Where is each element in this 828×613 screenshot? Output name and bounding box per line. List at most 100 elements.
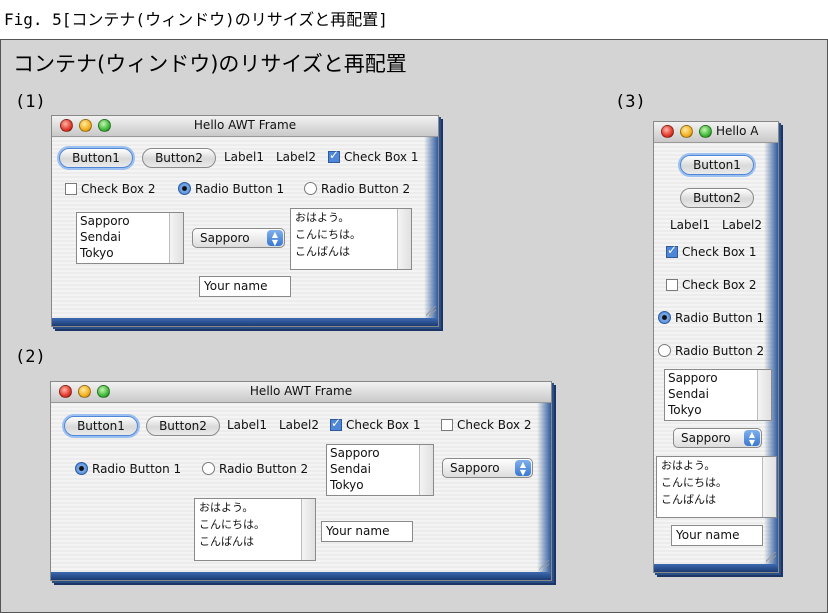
label1: Label1 xyxy=(227,418,268,432)
checkbox-2-label: Check Box 2 xyxy=(682,278,757,292)
radio-button-2[interactable]: Radio Button 2 xyxy=(202,462,308,476)
step-label-1: (1) xyxy=(15,92,46,112)
resize-grip-icon[interactable] xyxy=(766,552,776,562)
list-item[interactable]: Tokyo xyxy=(327,477,433,493)
radio-selected-icon[interactable] xyxy=(178,182,191,195)
city-choice[interactable]: Sapporo ▲ ▼ xyxy=(192,228,285,248)
textarea-line: おはよう。 xyxy=(295,211,350,224)
name-textfield[interactable]: Your name xyxy=(321,521,413,542)
list-scrollbar[interactable] xyxy=(169,213,183,263)
name-textfield[interactable]: Your name xyxy=(671,525,763,546)
checkbox-1-label: Check Box 1 xyxy=(346,418,421,432)
radio-button-2[interactable]: Radio Button 2 xyxy=(304,182,410,196)
button2[interactable]: Button2 xyxy=(146,416,220,436)
textarea-scrollbar[interactable] xyxy=(762,457,776,517)
textarea-scrollbar[interactable] xyxy=(301,499,315,560)
checkbox-2[interactable]: Check Box 2 xyxy=(666,278,756,292)
zoom-button-icon[interactable] xyxy=(699,125,712,138)
city-list[interactable]: Sapporo Sendai Tokyo xyxy=(326,444,434,496)
window-titlebar[interactable]: Hello A xyxy=(654,122,778,143)
radio-button-1[interactable]: Radio Button 1 xyxy=(75,462,181,476)
name-textfield[interactable]: Your name xyxy=(199,276,291,297)
textarea-line: こんにちは。 xyxy=(295,228,361,241)
list-item[interactable]: Sapporo xyxy=(665,370,771,386)
awt-frame-window-1: Hello AWT Frame Button1 Button2 Label1 L… xyxy=(51,115,439,327)
radio-button-2[interactable]: Radio Button 2 xyxy=(658,344,764,358)
close-button-icon[interactable] xyxy=(661,125,674,138)
checkbox-1-label: Check Box 1 xyxy=(344,150,419,164)
choice-arrows-icon[interactable]: ▲ ▼ xyxy=(515,460,531,477)
radio-unselected-icon[interactable] xyxy=(304,182,317,195)
city-list[interactable]: Sapporo Sendai Tokyo xyxy=(76,212,184,264)
radio-button-1[interactable]: Radio Button 1 xyxy=(178,182,284,196)
checkbox-unchecked-icon[interactable] xyxy=(65,183,77,195)
list-item[interactable]: Sendai xyxy=(327,461,433,477)
list-item[interactable]: Tokyo xyxy=(665,402,771,418)
radio-button-2-label: Radio Button 2 xyxy=(321,182,411,196)
choice-arrows-icon[interactable]: ▲ ▼ xyxy=(744,430,760,447)
radio-selected-icon[interactable] xyxy=(75,462,88,475)
radio-unselected-icon[interactable] xyxy=(202,462,215,475)
textarea-scrollbar[interactable] xyxy=(397,209,411,269)
checkbox-1[interactable]: Check Box 1 xyxy=(328,148,419,164)
list-item[interactable]: Sendai xyxy=(665,386,771,402)
label1: Label1 xyxy=(224,150,265,164)
button2[interactable]: Button2 xyxy=(680,188,754,208)
checkbox-1-label: Check Box 1 xyxy=(682,245,757,259)
checkbox-unchecked-icon[interactable] xyxy=(441,419,453,431)
choice-arrows-icon[interactable]: ▲ ▼ xyxy=(267,230,283,247)
radio-button-2-label: Radio Button 2 xyxy=(675,344,765,358)
city-choice[interactable]: Sapporo ▲ ▼ xyxy=(442,458,533,478)
textarea-line: おはよう。 xyxy=(661,459,716,472)
checkbox-checked-icon[interactable] xyxy=(666,243,678,258)
list-item[interactable]: Sendai xyxy=(77,229,183,245)
checkbox-2[interactable]: Check Box 2 xyxy=(441,418,531,432)
figure-caption: Fig. 5[コンテナ(ウィンドウ)のリサイズと再配置] xyxy=(4,10,388,29)
checkbox-checked-icon[interactable] xyxy=(330,416,342,431)
list-item[interactable]: Sapporo xyxy=(327,445,433,461)
label2: Label2 xyxy=(722,218,763,232)
radio-button-1-label: Radio Button 1 xyxy=(675,311,765,325)
button1[interactable]: Button1 xyxy=(680,155,754,175)
choice-value: Sapporo xyxy=(681,431,731,445)
list-scrollbar[interactable] xyxy=(419,445,433,495)
greeting-textarea[interactable]: おはよう。 こんにちは。 こんばんは xyxy=(194,498,316,561)
label1: Label1 xyxy=(670,218,711,232)
radio-button-1[interactable]: Radio Button 1 xyxy=(658,311,764,325)
resize-grip-icon[interactable] xyxy=(539,560,549,570)
checkbox-1[interactable]: Check Box 1 xyxy=(666,243,757,259)
window-titlebar[interactable]: Hello AWT Frame xyxy=(51,382,551,403)
label2: Label2 xyxy=(279,418,320,432)
step-label-2: (2) xyxy=(15,347,46,367)
button2[interactable]: Button2 xyxy=(142,148,216,168)
checkbox-1[interactable]: Check Box 1 xyxy=(330,416,421,432)
awt-frame-window-2: Hello AWT Frame Button1 Button2 Label1 L… xyxy=(50,381,552,581)
radio-unselected-icon[interactable] xyxy=(658,344,671,357)
window-titlebar[interactable]: Hello AWT Frame xyxy=(52,116,438,137)
radio-button-1-label: Radio Button 1 xyxy=(195,182,285,196)
city-list[interactable]: Sapporo Sendai Tokyo xyxy=(664,369,772,421)
minimize-button-icon[interactable] xyxy=(680,125,693,138)
checkbox-unchecked-icon[interactable] xyxy=(666,279,678,291)
list-item[interactable]: Tokyo xyxy=(77,245,183,261)
panel-title: コンテナ(ウィンドウ)のリサイズと再配置 xyxy=(13,52,407,76)
radio-selected-icon[interactable] xyxy=(658,311,671,324)
list-scrollbar[interactable] xyxy=(757,370,771,420)
textarea-line: こんばんは xyxy=(661,493,716,506)
greeting-textarea[interactable]: おはよう。 こんにちは。 こんばんは xyxy=(656,456,777,518)
button1[interactable]: Button1 xyxy=(64,416,138,436)
checkbox-2[interactable]: Check Box 2 xyxy=(65,182,155,196)
window-title: Hello AWT Frame xyxy=(193,118,297,132)
checkbox-2-label: Check Box 2 xyxy=(457,418,532,432)
city-choice[interactable]: Sapporo ▲ ▼ xyxy=(673,428,762,448)
checkbox-checked-icon[interactable] xyxy=(328,148,340,163)
button1[interactable]: Button1 xyxy=(59,148,133,168)
resize-grip-icon[interactable] xyxy=(426,306,436,316)
textarea-line: こんばんは xyxy=(295,245,350,258)
radio-button-1-label: Radio Button 1 xyxy=(92,462,182,476)
list-item[interactable]: Sapporo xyxy=(77,213,183,229)
window-title: Hello A xyxy=(716,124,759,138)
checkbox-2-label: Check Box 2 xyxy=(81,182,156,196)
greeting-textarea[interactable]: おはよう。 こんにちは。 こんばんは xyxy=(290,208,412,270)
textarea-line: おはよう。 xyxy=(199,501,254,514)
